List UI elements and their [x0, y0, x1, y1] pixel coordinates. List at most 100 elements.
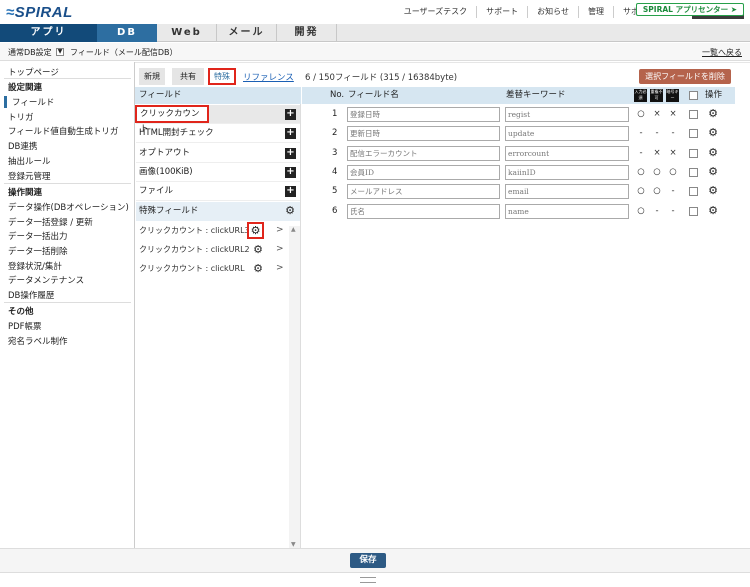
sidebar-item-stats[interactable]: 登録状況/集計 — [8, 260, 62, 272]
keyword-input[interactable]: errorcount — [505, 146, 629, 161]
field-types-header: フィールド — [135, 87, 301, 104]
plus-icon[interactable]: + — [285, 148, 296, 159]
sidebar-item-label[interactable]: 宛名ラベル制作 — [8, 335, 68, 347]
sidebar-item-data-operation[interactable]: データ操作(DBオペレーション) — [8, 201, 129, 213]
top-link-news[interactable]: お知らせ — [528, 6, 579, 18]
special-field-row[interactable]: クリックカウント : clickURL — [136, 259, 296, 278]
sidebar-item-trigger[interactable]: トリガ — [8, 111, 34, 123]
sidebar-item-maintenance[interactable]: データメンテナンス — [8, 274, 84, 286]
sidebar-item-bulk-delete[interactable]: データ一括削除 — [8, 245, 68, 257]
tab-db[interactable]: DB — [97, 24, 157, 42]
special-list-scrollbar[interactable]: ▲ ▼ — [289, 226, 300, 548]
tab-dev[interactable]: 開発 — [277, 24, 337, 42]
chevron-right-icon[interactable]: > — [276, 225, 284, 235]
main-nav: アプリ DB Web メール 開発 — [0, 24, 750, 42]
tab-special[interactable]: 特殊 — [208, 68, 236, 85]
back-to-list-link[interactable]: 一覧へ戻る — [702, 47, 742, 58]
top-link-user-desk[interactable]: ユーザーズテスク — [395, 6, 478, 18]
field-type-html-open[interactable]: HTML開封チェック + — [136, 124, 300, 143]
row-checkbox[interactable] — [689, 168, 698, 177]
top-link-admin[interactable]: 管理 — [579, 6, 614, 18]
delete-selected-button[interactable]: 選択フィールドを削除 — [639, 69, 731, 84]
field-name-input[interactable]: 登録日時 — [347, 107, 500, 122]
tab-app[interactable]: アプリ — [0, 24, 97, 42]
row-checkbox[interactable] — [689, 129, 698, 138]
sidebar-item-extract-rule[interactable]: 抽出ルール — [8, 155, 51, 167]
gear-icon[interactable]: ⚙ — [252, 244, 264, 256]
field-type-optout[interactable]: オプトアウト + — [136, 144, 300, 163]
keyword-input[interactable]: update — [505, 126, 629, 141]
plus-icon[interactable]: + — [285, 128, 296, 139]
sidebar-item-pdf[interactable]: PDF帳票 — [8, 320, 42, 332]
row-checkbox[interactable] — [689, 149, 698, 158]
col-operation: 操作 — [705, 90, 723, 100]
special-field-row[interactable]: クリックカウント : clickURL3 — [136, 221, 296, 240]
col-name: フィールド名 — [348, 90, 399, 100]
chevron-right-icon[interactable]: > — [276, 244, 284, 254]
plus-icon[interactable]: + — [285, 109, 296, 120]
gear-icon[interactable]: ⚙ — [707, 108, 719, 120]
scroll-up-icon[interactable]: ▲ — [291, 226, 296, 233]
select-all-checkbox[interactable] — [689, 91, 698, 100]
db-setting-label: 通常DB設定 — [8, 48, 52, 57]
gear-icon[interactable]: ⚙ — [707, 185, 719, 197]
gear-icon[interactable]: ⚙ — [707, 127, 719, 139]
sidebar-item-field[interactable]: フィールド — [4, 96, 132, 108]
tab-shared[interactable]: 共有 — [172, 68, 204, 85]
plus-icon[interactable]: + — [285, 167, 296, 178]
db-name: フィールド（メール配信DB） — [70, 48, 178, 57]
field-name-input[interactable]: 氏名 — [347, 204, 500, 219]
gear-icon[interactable]: ⚙ — [252, 263, 264, 275]
sidebar-item-auto-trigger[interactable]: フィールド値自動生成トリガ — [8, 125, 118, 137]
sidebar-item-source[interactable]: 登録元管理 — [8, 170, 51, 182]
plus-icon[interactable]: + — [285, 186, 296, 197]
sidebar-section-settings: 設定関連 — [8, 83, 43, 93]
required-icon: 入力必須 — [634, 89, 647, 102]
row-checkbox[interactable] — [689, 187, 698, 196]
keyword-input[interactable]: name — [505, 204, 629, 219]
special-field-row[interactable]: クリックカウント : clickURL2 — [136, 240, 296, 259]
row-checkbox[interactable] — [689, 110, 698, 119]
row-checkbox[interactable] — [689, 207, 698, 216]
gear-icon[interactable]: ⚙ — [707, 147, 719, 159]
col-keyword: 差替キーワード — [506, 90, 566, 100]
sidebar-item-bulk-register[interactable]: データ一括登録 / 更新 — [8, 216, 93, 228]
gear-icon[interactable]: ⚙ — [707, 166, 719, 178]
spiral-logo[interactable]: ≈SPIRAL — [6, 4, 73, 21]
sidebar-item-history[interactable]: DB操作履歴 — [8, 289, 54, 301]
field-type-image[interactable]: 画像(100KiB) + — [136, 163, 300, 182]
app-center-button[interactable]: SPIRAL アプリセンター ➤ — [635, 3, 744, 16]
keyword-input[interactable]: regist — [505, 107, 629, 122]
sidebar-item-bulk-export[interactable]: データ一括出力 — [8, 230, 68, 242]
scroll-down-icon[interactable]: ▼ — [291, 541, 296, 548]
sidebar-item-db-link[interactable]: DB連携 — [8, 140, 37, 152]
field-name-input[interactable]: 配信エラーカウント — [347, 146, 500, 161]
chevron-down-icon[interactable]: ▼ — [56, 48, 64, 56]
top-link-support[interactable]: サポート — [477, 6, 529, 18]
table-row: 6 氏名 name ○ - - ⚙ — [332, 204, 719, 219]
keyword-input[interactable]: kaiinID — [505, 165, 629, 180]
table-row: 3 配信エラーカウント errorcount - × × ⚙ — [332, 146, 719, 161]
field-count: 6 / 150フィールド (315 / 16384byte) — [305, 73, 458, 83]
chevron-right-icon[interactable]: > — [276, 263, 284, 273]
sub-bar: 通常DB設定 ▼ フィールド（メール配信DB） 一覧へ戻る — [0, 43, 750, 61]
gear-icon[interactable]: ⚙ — [707, 205, 719, 217]
special-fields-header: 特殊フィールド ⚙ — [136, 202, 300, 221]
field-type-file[interactable]: ファイル + — [136, 182, 300, 201]
tab-web[interactable]: Web — [157, 24, 217, 42]
tab-new[interactable]: 新規 — [139, 68, 165, 85]
save-button[interactable]: 保存 — [350, 553, 386, 568]
field-name-input[interactable]: 更新日時 — [347, 126, 500, 141]
resize-grip-icon[interactable] — [360, 577, 376, 583]
field-type-click-count[interactable]: クリックカウント — [135, 105, 209, 134]
sidebar-section-operations: 操作関連 — [8, 188, 43, 198]
col-no: No. — [330, 90, 345, 100]
gear-icon[interactable]: ⚙ — [284, 205, 296, 217]
gear-icon-settings-clickurl3[interactable]: ⚙ — [247, 222, 264, 239]
reference-link[interactable]: リファレンス — [243, 71, 294, 83]
keyword-input[interactable]: email — [505, 184, 629, 199]
field-name-input[interactable]: 会員ID — [347, 165, 500, 180]
field-name-input[interactable]: メールアドレス — [347, 184, 500, 199]
tab-mail[interactable]: メール — [217, 24, 277, 42]
sidebar-item-top[interactable]: トップページ — [8, 66, 59, 78]
